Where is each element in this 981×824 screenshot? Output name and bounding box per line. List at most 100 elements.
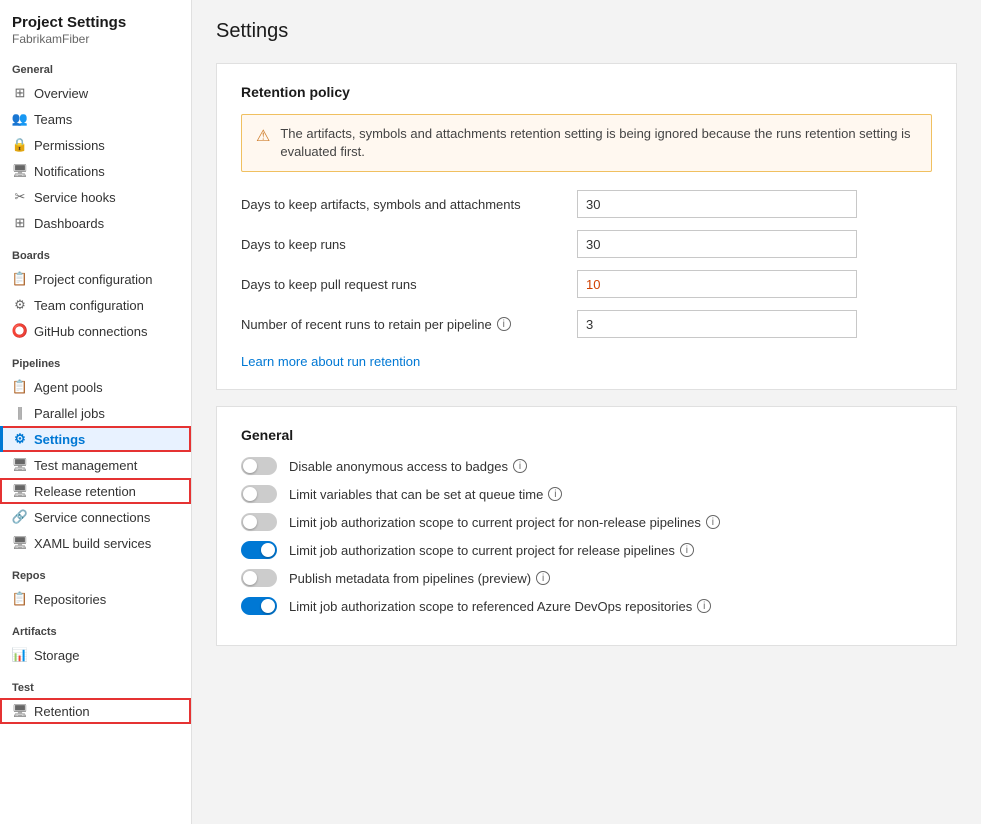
toggle-row-3: Limit job authorization scope to current… bbox=[241, 541, 932, 559]
sidebar-item-label-notifications: Notifications bbox=[34, 164, 105, 179]
toggle-row-5: Limit job authorization scope to referen… bbox=[241, 597, 932, 615]
section-label-test: Test bbox=[0, 668, 191, 698]
sidebar-item-label-project-configuration: Project configuration bbox=[34, 272, 153, 287]
parallel-jobs-icon: ∥ bbox=[12, 405, 28, 421]
sidebar-item-label-service-hooks: Service hooks bbox=[34, 190, 116, 205]
sidebar-item-label-storage: Storage bbox=[34, 648, 80, 663]
warning-icon: ⚠ bbox=[256, 126, 270, 146]
toggle-label-2: Limit job authorization scope to current… bbox=[289, 515, 720, 530]
sidebar-item-label-overview: Overview bbox=[34, 86, 88, 101]
warning-box: ⚠ The artifacts, symbols and attachments… bbox=[241, 114, 932, 172]
info-icon-2[interactable]: i bbox=[706, 515, 720, 529]
info-icon-0[interactable]: i bbox=[513, 459, 527, 473]
sidebar-item-label-dashboards: Dashboards bbox=[34, 216, 104, 231]
sidebar: Project Settings FabrikamFiber General⊞O… bbox=[0, 0, 192, 824]
teams-icon: 👥 bbox=[12, 111, 28, 127]
info-icon-3[interactable]: i bbox=[680, 543, 694, 557]
sidebar-item-label-release-retention: Release retention bbox=[34, 484, 136, 499]
toggle-3[interactable] bbox=[241, 541, 277, 559]
sidebar-item-teams[interactable]: 👥 Teams bbox=[0, 106, 191, 132]
sidebar-item-release-retention[interactable]: 🖥Release retention2 bbox=[0, 478, 191, 504]
sidebar-item-parallel-jobs[interactable]: ∥ Parallel jobs bbox=[0, 400, 191, 426]
team-configuration-icon: ⚙ bbox=[12, 297, 28, 313]
sidebar-header: Project Settings FabrikamFiber bbox=[0, 0, 191, 50]
agent-pools-icon: 📋 bbox=[12, 379, 28, 395]
field-input-3[interactable] bbox=[577, 310, 857, 338]
sidebar-item-service-hooks[interactable]: ✂Service hooks bbox=[0, 184, 191, 210]
field-input-2[interactable] bbox=[577, 270, 857, 298]
permissions-icon: 🔒 bbox=[12, 137, 28, 153]
toggle-1[interactable] bbox=[241, 485, 277, 503]
section-label-boards: Boards bbox=[0, 236, 191, 266]
sidebar-item-label-settings: Settings bbox=[34, 432, 85, 447]
info-icon-5[interactable]: i bbox=[697, 599, 711, 613]
service-connections-icon: 🔗 bbox=[12, 509, 28, 525]
sidebar-item-storage[interactable]: 📊 Storage bbox=[0, 642, 191, 668]
sidebar-item-label-parallel-jobs: Parallel jobs bbox=[34, 406, 105, 421]
sidebar-item-notifications[interactable]: 🖥Notifications bbox=[0, 158, 191, 184]
test-management-icon: 🖥 bbox=[12, 457, 28, 473]
retention-icon: 🖥 bbox=[12, 703, 28, 719]
toggle-label-1: Limit variables that can be set at queue… bbox=[289, 487, 562, 502]
info-icon-runs[interactable]: i bbox=[497, 317, 511, 331]
storage-icon: 📊 bbox=[12, 647, 28, 663]
sidebar-item-github-connections[interactable]: ⭕GitHub connections bbox=[0, 318, 191, 344]
sidebar-item-settings[interactable]: ⚙Settings1 bbox=[0, 426, 191, 452]
sidebar-item-test-management[interactable]: 🖥 Test management bbox=[0, 452, 191, 478]
field-input-1[interactable] bbox=[577, 230, 857, 258]
dashboards-icon: ⊞ bbox=[12, 215, 28, 231]
info-icon-4[interactable]: i bbox=[536, 571, 550, 585]
section-label-artifacts: Artifacts bbox=[0, 612, 191, 642]
sidebar-item-team-configuration[interactable]: ⚙ Team configuration bbox=[0, 292, 191, 318]
section-label-pipelines: Pipelines bbox=[0, 344, 191, 374]
sidebar-item-retention[interactable]: 🖥Retention3 bbox=[0, 698, 191, 724]
sidebar-item-permissions[interactable]: 🔒 Permissions bbox=[0, 132, 191, 158]
field-label-2: Days to keep pull request runs bbox=[241, 277, 561, 292]
toggle-label-4: Publish metadata from pipelines (preview… bbox=[289, 571, 550, 586]
field-label-3: Number of recent runs to retain per pipe… bbox=[241, 317, 561, 332]
sidebar-item-label-service-connections: Service connections bbox=[34, 510, 150, 525]
sidebar-item-xaml-build-services[interactable]: 🖥XAML build services bbox=[0, 530, 191, 556]
warning-text: The artifacts, symbols and attachments r… bbox=[280, 125, 917, 161]
learn-more-link[interactable]: Learn more about run retention bbox=[241, 354, 420, 369]
repositories-icon: 📋 bbox=[12, 591, 28, 607]
main-content: Settings Retention policy ⚠ The artifact… bbox=[192, 0, 981, 824]
overview-icon: ⊞ bbox=[12, 85, 28, 101]
toggle-label-3: Limit job authorization scope to current… bbox=[289, 543, 694, 558]
sidebar-item-label-team-configuration: Team configuration bbox=[34, 298, 144, 313]
sidebar-item-label-retention: Retention bbox=[34, 704, 90, 719]
field-label-1: Days to keep runs bbox=[241, 237, 561, 252]
xaml-build-services-icon: 🖥 bbox=[12, 535, 28, 551]
toggle-0[interactable] bbox=[241, 457, 277, 475]
retention-policy-card: Retention policy ⚠ The artifacts, symbol… bbox=[216, 63, 957, 390]
sidebar-item-repositories[interactable]: 📋 Repositories bbox=[0, 586, 191, 612]
toggle-label-0: Disable anonymous access to badges i bbox=[289, 459, 527, 474]
toggle-row-1: Limit variables that can be set at queue… bbox=[241, 485, 932, 503]
settings-icon: ⚙ bbox=[12, 431, 28, 447]
info-icon-1[interactable]: i bbox=[548, 487, 562, 501]
toggle-row-0: Disable anonymous access to badges i bbox=[241, 457, 932, 475]
section-label-repos: Repos bbox=[0, 556, 191, 586]
sidebar-item-label-test-management: Test management bbox=[34, 458, 137, 473]
toggle-row-2: Limit job authorization scope to current… bbox=[241, 513, 932, 531]
release-retention-icon: 🖥 bbox=[12, 483, 28, 499]
sidebar-item-overview[interactable]: ⊞ Overview bbox=[0, 80, 191, 106]
general-title: General bbox=[241, 427, 932, 443]
sidebar-item-dashboards[interactable]: ⊞ Dashboards bbox=[0, 210, 191, 236]
field-row-3: Number of recent runs to retain per pipe… bbox=[241, 310, 932, 338]
sidebar-item-label-repositories: Repositories bbox=[34, 592, 106, 607]
sidebar-item-label-permissions: Permissions bbox=[34, 138, 105, 153]
project-name: FabrikamFiber bbox=[12, 32, 179, 46]
field-input-0[interactable] bbox=[577, 190, 857, 218]
toggle-4[interactable] bbox=[241, 569, 277, 587]
retention-policy-title: Retention policy bbox=[241, 84, 932, 100]
github-connections-icon: ⭕ bbox=[12, 323, 28, 339]
sidebar-item-project-configuration[interactable]: 📋Project configuration bbox=[0, 266, 191, 292]
sidebar-item-label-teams: Teams bbox=[34, 112, 72, 127]
sidebar-item-service-connections[interactable]: 🔗 Service connections bbox=[0, 504, 191, 530]
toggle-5[interactable] bbox=[241, 597, 277, 615]
toggle-2[interactable] bbox=[241, 513, 277, 531]
sidebar-item-label-agent-pools: Agent pools bbox=[34, 380, 103, 395]
sidebar-item-agent-pools[interactable]: 📋 Agent pools bbox=[0, 374, 191, 400]
page-title: Settings bbox=[216, 20, 957, 43]
